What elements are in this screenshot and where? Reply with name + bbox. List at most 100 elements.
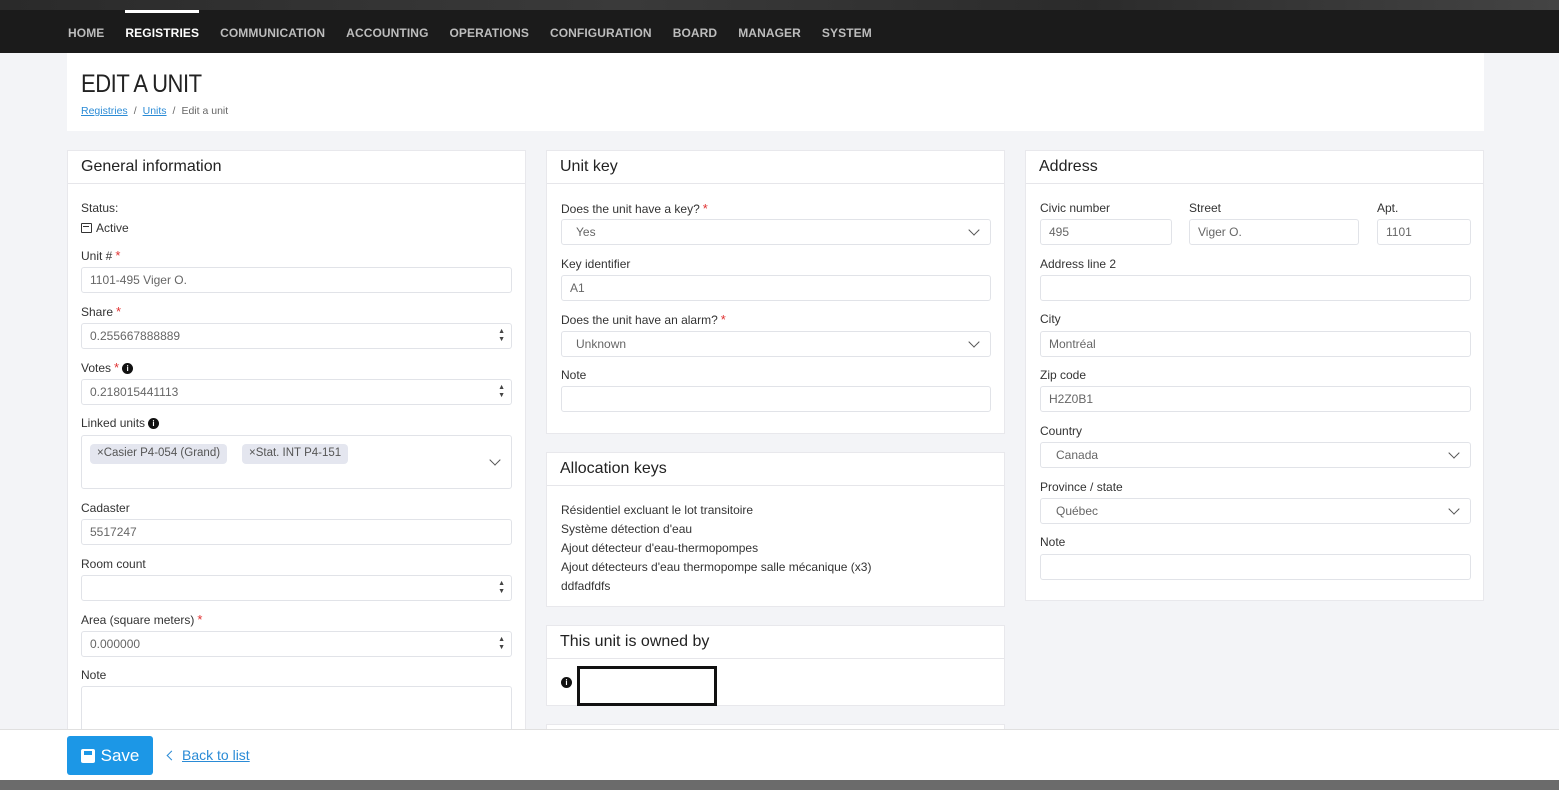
zip-code-input[interactable]: H2Z0B1 bbox=[1040, 386, 1471, 412]
breadcrumb-registries-link[interactable]: Registries bbox=[81, 105, 128, 117]
nav-item-home[interactable]: HOME bbox=[68, 26, 104, 40]
share-input[interactable]: 0.255667888889 ▲ ▼ bbox=[81, 323, 512, 349]
province-label: Province / state bbox=[1040, 480, 1123, 494]
card-title: General information bbox=[68, 151, 525, 184]
info-icon[interactable]: i bbox=[561, 677, 572, 688]
area-label: Area (square meters) * bbox=[81, 612, 203, 627]
floppy-disk-icon bbox=[80, 748, 95, 763]
street-label: Street bbox=[1189, 201, 1222, 215]
action-footer: Save Back to list bbox=[0, 729, 1559, 780]
unit-key-card: Unit key Does the unit have a key? * Yes … bbox=[546, 150, 1005, 434]
votes-label: Votes * i bbox=[81, 360, 134, 375]
address-note-input[interactable] bbox=[1040, 554, 1471, 580]
city-input[interactable]: Montréal bbox=[1040, 331, 1471, 357]
list-item: Résidentiel excluant le lot transitoire bbox=[561, 503, 754, 517]
breadcrumb: Registries / Units / Edit a unit bbox=[81, 105, 228, 117]
breadcrumb-separator: / bbox=[133, 105, 137, 117]
spinner-arrows-icon[interactable]: ▲ ▼ bbox=[498, 384, 505, 400]
list-item: ddfadfdfs bbox=[561, 579, 611, 593]
nav-item-configuration[interactable]: CONFIGURATION bbox=[550, 26, 652, 40]
chevron-down-icon bbox=[1448, 447, 1460, 459]
main-menu: HOME REGISTRIES COMMUNICATION ACCOUNTING… bbox=[68, 10, 893, 40]
nav-item-registries[interactable]: REGISTRIES bbox=[125, 10, 199, 40]
card-title: Unit key bbox=[547, 151, 1004, 184]
zip-code-label: Zip code bbox=[1040, 368, 1087, 382]
country-value: Canada bbox=[1056, 448, 1099, 462]
alarm-value: Unknown bbox=[576, 337, 627, 351]
address-line2-input[interactable] bbox=[1040, 275, 1471, 301]
breadcrumb-current: Edit a unit bbox=[181, 105, 229, 117]
city-label: City bbox=[1040, 312, 1061, 326]
address-line2-label: Address line 2 bbox=[1040, 257, 1117, 271]
country-label: Country bbox=[1040, 424, 1083, 438]
province-select[interactable]: Québec bbox=[1040, 498, 1471, 524]
status-value: Active bbox=[81, 221, 129, 235]
list-item: Ajout détecteur d'eau-thermopompes bbox=[561, 541, 759, 555]
spinner-arrows-icon[interactable]: ▲ ▼ bbox=[498, 328, 505, 344]
key-identifier-label: Key identifier bbox=[561, 257, 631, 271]
room-count-label: Room count bbox=[81, 557, 146, 571]
unit-number-input[interactable]: 1101-495 Viger O. bbox=[81, 267, 512, 293]
spinner-arrows-icon[interactable]: ▲ ▼ bbox=[498, 636, 505, 652]
back-link-label: Back to list bbox=[182, 747, 250, 763]
list-item: Ajout détecteurs d'eau thermopompe salle… bbox=[561, 560, 872, 574]
country-select[interactable]: Canada bbox=[1040, 442, 1471, 468]
key-note-label: Note bbox=[561, 368, 587, 382]
status-label: Status: bbox=[81, 201, 119, 215]
info-icon[interactable]: i bbox=[148, 418, 160, 430]
linked-unit-tag[interactable]: ×Casier P4-054 (Grand) bbox=[90, 444, 228, 464]
has-key-label: Does the unit have a key? * bbox=[561, 201, 708, 216]
linked-unit-tag[interactable]: ×Stat. INT P4-151 bbox=[242, 444, 349, 464]
breadcrumb-separator: / bbox=[172, 105, 176, 117]
address-note-label: Note bbox=[1040, 535, 1066, 549]
list-item: Système détection d'eau bbox=[561, 522, 693, 536]
allocation-list: Résidentiel excluant le lot transitoire … bbox=[561, 501, 871, 596]
page-title: EDIT A UNIT bbox=[81, 70, 202, 98]
linked-units-select[interactable]: ×Casier P4-054 (Grand) ×Stat. INT P4-151 bbox=[81, 435, 512, 489]
unit-label: Unit # * bbox=[81, 248, 121, 263]
key-note-input[interactable] bbox=[561, 386, 991, 412]
votes-value: 0.218015441113 bbox=[90, 385, 179, 399]
cadaster-input[interactable]: 5517247 bbox=[81, 519, 512, 545]
share-label: Share * bbox=[81, 304, 122, 319]
chevron-down-icon bbox=[968, 336, 980, 348]
address-card: Address Civic number 495 Street Viger O.… bbox=[1025, 150, 1484, 601]
chevron-down-icon bbox=[968, 224, 980, 236]
apt-input[interactable]: 1101 bbox=[1377, 219, 1471, 245]
chevron-down-icon bbox=[1448, 503, 1460, 515]
key-identifier-input[interactable]: A1 bbox=[561, 275, 991, 301]
card-title: This unit is owned by bbox=[547, 626, 1004, 659]
civic-number-label: Civic number bbox=[1040, 201, 1111, 215]
banner-strip bbox=[0, 0, 1559, 10]
nav-item-board[interactable]: BOARD bbox=[673, 26, 718, 40]
has-key-value: Yes bbox=[576, 225, 596, 239]
owned-by-card: This unit is owned by i bbox=[546, 625, 1005, 706]
area-input[interactable]: 0.000000 ▲ ▼ bbox=[81, 631, 512, 657]
save-button[interactable]: Save bbox=[67, 736, 153, 775]
alarm-select[interactable]: Unknown bbox=[561, 331, 991, 357]
room-count-input[interactable]: ▲ ▼ bbox=[81, 575, 512, 601]
info-icon[interactable]: i bbox=[122, 363, 134, 375]
area-value: 0.000000 bbox=[90, 637, 141, 651]
taskbar-edge bbox=[0, 780, 1559, 790]
chevron-down-icon[interactable] bbox=[489, 454, 501, 466]
nav-item-system[interactable]: SYSTEM bbox=[822, 26, 872, 40]
nav-item-operations[interactable]: OPERATIONS bbox=[450, 26, 529, 40]
apt-label: Apt. bbox=[1377, 201, 1399, 215]
alarm-label: Does the unit have an alarm? * bbox=[561, 312, 726, 327]
breadcrumb-units-link[interactable]: Units bbox=[143, 105, 167, 117]
card-title: Allocation keys bbox=[547, 453, 1004, 486]
nav-item-accounting[interactable]: ACCOUNTING bbox=[346, 26, 428, 40]
spinner-arrows-icon[interactable]: ▲ ▼ bbox=[498, 580, 505, 596]
nav-item-manager[interactable]: MANAGER bbox=[738, 26, 801, 40]
status-text: Active bbox=[96, 221, 129, 235]
general-information-card: General information Status: Active Unit … bbox=[67, 150, 526, 750]
votes-input[interactable]: 0.218015441113 ▲ ▼ bbox=[81, 379, 512, 405]
street-input[interactable]: Viger O. bbox=[1189, 219, 1359, 245]
has-key-select[interactable]: Yes bbox=[561, 219, 991, 245]
back-to-list-link[interactable]: Back to list bbox=[166, 747, 250, 763]
share-value: 0.255667888889 bbox=[90, 329, 181, 343]
nav-item-communication[interactable]: COMMUNICATION bbox=[220, 26, 325, 40]
linked-units-label: Linked units i bbox=[81, 416, 160, 430]
civic-number-input[interactable]: 495 bbox=[1040, 219, 1172, 245]
